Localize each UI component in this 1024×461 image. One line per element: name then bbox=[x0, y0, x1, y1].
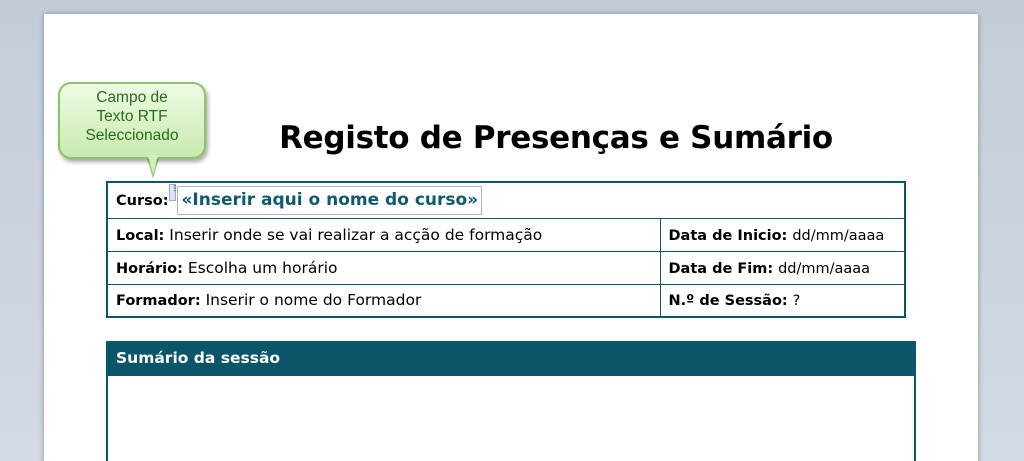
schedule-value[interactable]: Escolha um horário bbox=[188, 259, 338, 277]
local-label: Local: bbox=[116, 227, 165, 244]
course-cell[interactable]: Curso: ⋮ «Inserir aqui o nome do curso» bbox=[106, 181, 906, 219]
table-row: Formador: Inserir o nome do Formador N.º… bbox=[106, 283, 906, 318]
start-date-value[interactable]: dd/mm/aaaa bbox=[792, 228, 884, 244]
table-row: Curso: ⋮ «Inserir aqui o nome do curso» bbox=[106, 181, 906, 219]
end-date-cell[interactable]: Data de Fim: dd/mm/aaaa bbox=[659, 250, 906, 285]
local-value[interactable]: Inserir onde se vai realizar a acção de … bbox=[169, 226, 542, 244]
course-info-table: Curso: ⋮ «Inserir aqui o nome do curso» … bbox=[106, 181, 906, 318]
session-summary-header: Sumário da sessão bbox=[108, 341, 914, 376]
schedule-label: Horário: bbox=[116, 260, 183, 277]
course-rtf-field[interactable]: ⋮ «Inserir aqui o nome do curso» bbox=[169, 183, 483, 215]
callout-line-1: Campo de bbox=[96, 89, 168, 106]
local-cell[interactable]: Local: Inserir onde se vai realizar a ac… bbox=[106, 217, 661, 252]
callout-line-3: Seleccionado bbox=[85, 127, 179, 144]
selection-callout: Campo de Texto RTF Seleccionado bbox=[58, 82, 206, 159]
trainer-value[interactable]: Inserir o nome do Formador bbox=[206, 291, 422, 309]
table-row: Horário: Escolha um horário Data de Fim:… bbox=[106, 250, 906, 285]
course-value[interactable]: «Inserir aqui o nome do curso» bbox=[181, 190, 478, 210]
course-label: Curso: bbox=[116, 192, 169, 209]
end-date-label: Data de Fim: bbox=[668, 260, 774, 277]
callout-line-2: Texto RTF bbox=[96, 108, 168, 125]
start-date-label: Data de Inicio: bbox=[668, 227, 788, 244]
trainer-cell[interactable]: Formador: Inserir o nome do Formador bbox=[106, 283, 661, 318]
content-control-handle-icon[interactable]: ⋮ bbox=[169, 183, 178, 201]
callout-pointer-fill bbox=[148, 155, 158, 174]
session-number-cell[interactable]: N.º de Sessão: ? bbox=[659, 283, 906, 318]
schedule-cell[interactable]: Horário: Escolha um horário bbox=[106, 250, 661, 285]
session-number-label: N.º de Sessão: bbox=[668, 293, 788, 310]
end-date-value[interactable]: dd/mm/aaaa bbox=[778, 261, 870, 277]
document-page: Campo de Texto RTF Seleccionado Registo … bbox=[44, 14, 978, 461]
trainer-label: Formador: bbox=[116, 293, 201, 310]
session-summary-box[interactable]: Sumário da sessão bbox=[106, 341, 916, 461]
start-date-cell[interactable]: Data de Inicio: dd/mm/aaaa bbox=[659, 217, 906, 252]
session-number-value[interactable]: ? bbox=[793, 293, 801, 309]
table-row: Local: Inserir onde se vai realizar a ac… bbox=[106, 217, 906, 252]
